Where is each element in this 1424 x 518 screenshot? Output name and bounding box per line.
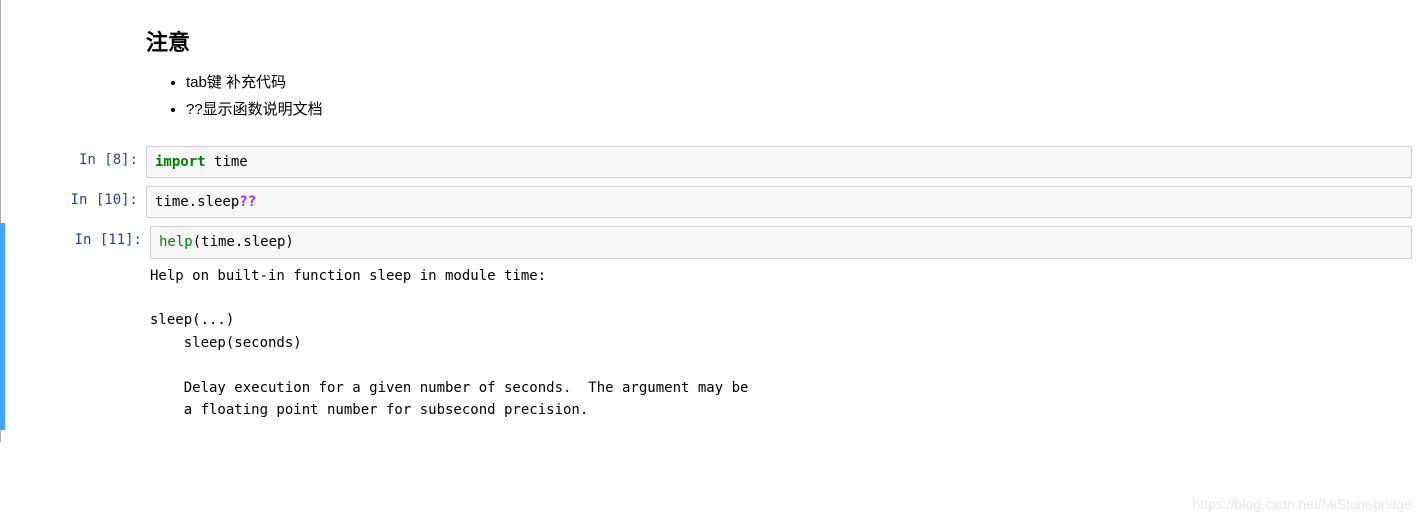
cell-content: import time xyxy=(146,146,1424,178)
cell-content: time.sleep?? xyxy=(146,186,1424,218)
list-item: ??显示函数说明文档 xyxy=(186,96,1412,123)
input-prompt: In [11]: xyxy=(5,226,150,427)
code-cell[interactable]: In [10]: time.sleep?? xyxy=(1,183,1424,221)
cell-content: help(time.sleep) Help on built-in functi… xyxy=(150,226,1424,427)
prompt-label: In xyxy=(71,192,96,208)
markdown-list: tab键 补充代码 ??显示函数说明文档 xyxy=(146,69,1412,123)
markdown-cell: 注意 tab键 补充代码 ??显示函数说明文档 xyxy=(1,25,1424,123)
markdown-heading: 注意 xyxy=(146,25,1412,57)
input-prompt: In [8]: xyxy=(1,146,146,178)
prompt-number: [8]: xyxy=(104,152,138,168)
code-input[interactable]: time.sleep?? xyxy=(146,186,1412,218)
output-text: Help on built-in function sleep in modul… xyxy=(150,259,1412,428)
list-item: tab键 补充代码 xyxy=(186,69,1412,96)
prompt-number: [11]: xyxy=(100,232,142,248)
code-input[interactable]: help(time.sleep) xyxy=(150,226,1412,258)
prompt-number: [10]: xyxy=(96,192,138,208)
code-cell-selected[interactable]: In [11]: help(time.sleep) Help on built-… xyxy=(0,223,1424,430)
code-cell[interactable]: In [8]: import time xyxy=(1,143,1424,181)
input-prompt: In [10]: xyxy=(1,186,146,218)
watermark: https://blog.csdn.net/MiStonebridge xyxy=(1193,496,1412,512)
code-input[interactable]: import time xyxy=(146,146,1412,178)
prompt-label: In xyxy=(79,152,104,168)
notebook-container: 注意 tab键 补充代码 ??显示函数说明文档 In [8]: import t… xyxy=(0,0,1424,442)
prompt-label: In xyxy=(75,232,100,248)
